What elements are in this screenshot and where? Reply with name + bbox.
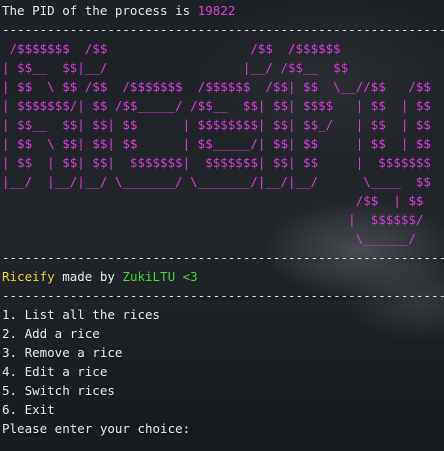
menu-item-list-rices: 1. List all the rices: [2, 307, 161, 322]
separator-top: ----------------------------------------…: [2, 22, 444, 37]
author-name: ZukiLTU <3: [122, 269, 198, 284]
choice-prompt: Please enter your choice:: [2, 421, 198, 436]
credits-line: Riceify made by ZukiLTU <3: [2, 267, 444, 286]
separator-bottom: ----------------------------------------…: [2, 288, 444, 303]
menu-item-remove-rice: 3. Remove a rice: [2, 345, 123, 360]
pid-label: The PID of the process is: [2, 3, 198, 18]
text-cursor[interactable]: [198, 421, 205, 435]
menu-list: 1. List all the rices 2. Add a rice 3. R…: [2, 305, 444, 419]
menu-item-edit-rice: 4. Edit a rice: [2, 364, 108, 379]
made-by-text: made by: [54, 269, 123, 284]
terminal-window[interactable]: The PID of the process is 19822 --------…: [2, 1, 444, 438]
app-name: Riceify: [2, 269, 55, 284]
riceify-ascii-banner: /$$$$$$$ /$$ /$$ /$$$$$$ | $$__ $$|__/ |…: [2, 41, 431, 246]
menu-item-switch-rices: 5. Switch rices: [2, 383, 115, 398]
pid-value: 19822: [197, 3, 236, 18]
menu-item-exit: 6. Exit: [2, 402, 55, 417]
menu-item-add-rice: 2. Add a rice: [2, 326, 100, 341]
separator-middle: ----------------------------------------…: [2, 250, 444, 265]
choice-prompt-line[interactable]: Please enter your choice:: [2, 419, 444, 438]
pid-line: The PID of the process is 19822: [2, 1, 444, 20]
